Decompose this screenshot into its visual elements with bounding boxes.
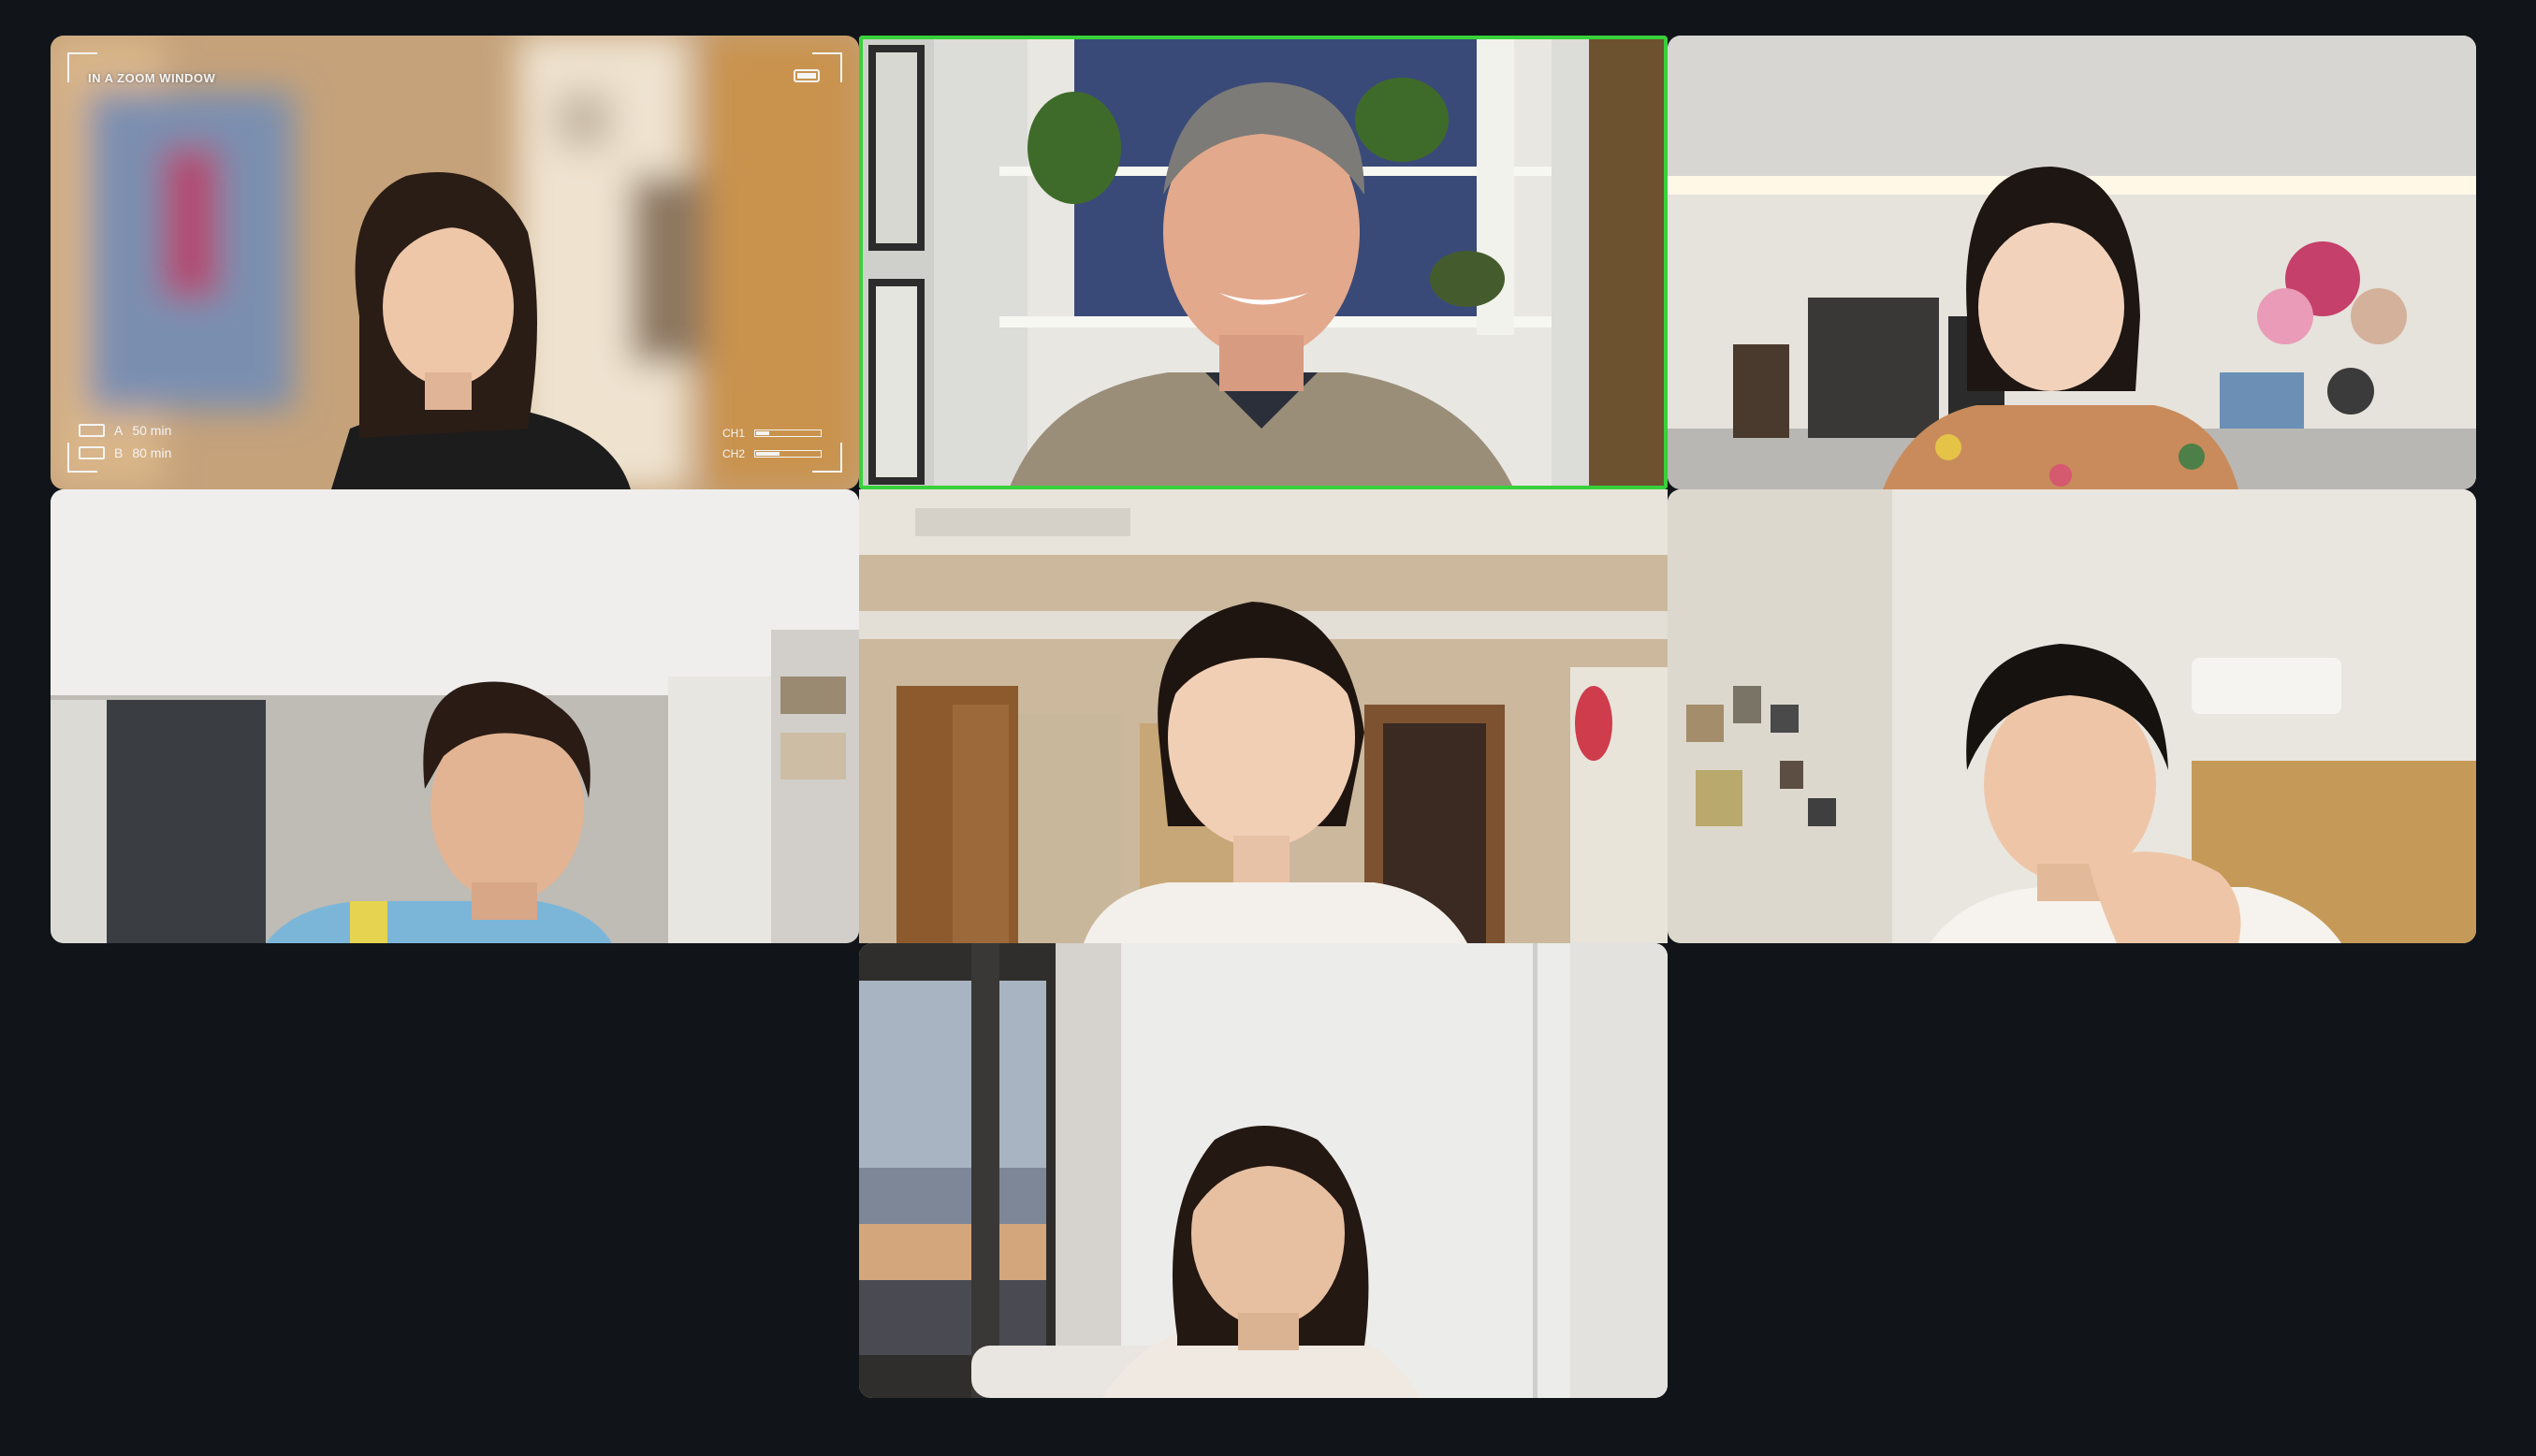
- video-tile-participant-5[interactable]: [859, 489, 1668, 943]
- participant-video-7: [859, 943, 1668, 1398]
- participant-video-3: [1668, 36, 2476, 489]
- audio-meter: [754, 430, 822, 437]
- video-tile-participant-1[interactable]: IN A ZOOM WINDOW A 50 min B 80 min CH1 C…: [51, 36, 859, 489]
- memory-card-icon: [79, 446, 105, 459]
- memory-row-a: A 50 min: [79, 423, 171, 438]
- memory-row-b: B 80 min: [79, 445, 171, 460]
- participant-video-6: [1668, 489, 2476, 943]
- row-label: A: [114, 423, 124, 438]
- participant-video-5: [859, 489, 1668, 943]
- virtual-background-title: IN A ZOOM WINDOW: [88, 71, 216, 85]
- audio-channel-2: CH2: [722, 447, 822, 460]
- row-value: 50 min: [132, 423, 172, 438]
- video-tile-participant-2[interactable]: [859, 36, 1668, 489]
- video-tile-participant-3[interactable]: [1668, 36, 2476, 489]
- row-value: 80 min: [132, 445, 172, 460]
- channel-label: CH1: [721, 427, 745, 440]
- video-tile-participant-4[interactable]: [51, 489, 859, 943]
- participant-video-2: [859, 36, 1668, 489]
- video-tile-participant-7[interactable]: [859, 943, 1668, 1398]
- participant-video-1: [51, 36, 859, 489]
- memory-card-icon: [79, 424, 105, 437]
- audio-meter: [754, 450, 822, 458]
- audio-channel-1: CH1: [722, 427, 822, 440]
- video-tile-participant-6[interactable]: [1668, 489, 2476, 943]
- battery-icon: [794, 69, 820, 82]
- participant-video-4: [51, 489, 859, 943]
- row-label: B: [114, 445, 124, 460]
- channel-label: CH2: [721, 447, 745, 460]
